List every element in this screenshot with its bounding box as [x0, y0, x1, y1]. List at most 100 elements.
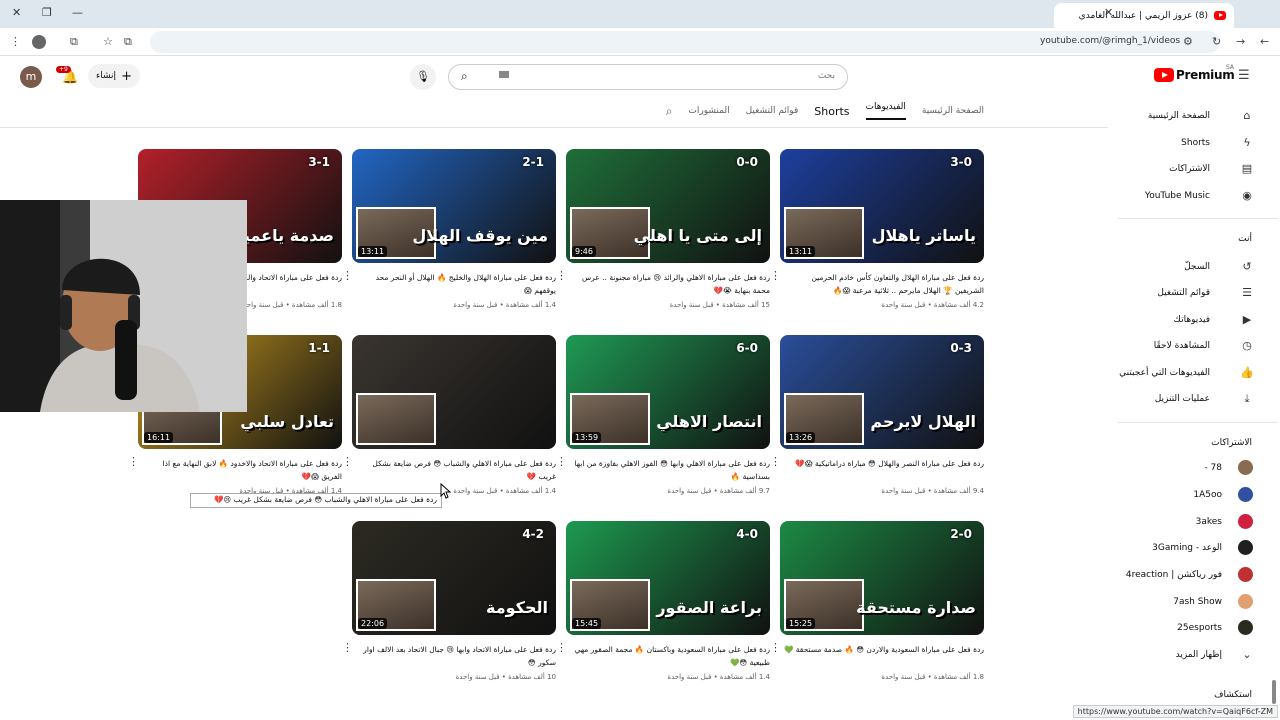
- youtube-favicon-icon: [1214, 11, 1226, 20]
- forward-icon[interactable]: →: [1236, 35, 1245, 48]
- page-scrollbar[interactable]: [1272, 60, 1276, 710]
- thumbnail-caption: الهلال لايرحم: [870, 412, 976, 431]
- show-more-button[interactable]: إظهار المزيد: [1176, 650, 1222, 660]
- video-card[interactable]: 6-0 انتصار الاهلي 13:59 ردة فعل على مباراة …: [556, 335, 770, 500]
- video-thumbnail[interactable]: 0-0 إلى متى يا اهلي 9:46: [566, 149, 770, 263]
- sidebar-subscriptions-heading[interactable]: الاشتراكات: [1211, 438, 1252, 448]
- sidebar-item[interactable]: الصفحة الرئيسية: [1148, 111, 1210, 121]
- sidebar-item[interactable]: عمليات التنزيل: [1155, 394, 1210, 404]
- video-title[interactable]: ردة فعل على مباراة السعودية والاردن 😳 🔥 …: [784, 643, 984, 669]
- video-title[interactable]: ردة فعل على مباراة الاتحاد وابها 😢 جبال …: [356, 643, 556, 669]
- video-menu-icon[interactable]: ⋮: [342, 455, 353, 468]
- keyboard-icon[interactable]: [499, 71, 509, 78]
- tab-home[interactable]: الصفحة الرئيسية: [922, 106, 984, 116]
- video-duration: 22:06: [358, 618, 388, 629]
- video-title[interactable]: ردة فعل على مباراة السعودية وباكستان 🔥 م…: [570, 643, 770, 669]
- video-menu-icon[interactable]: ⋮: [342, 641, 353, 654]
- video-title[interactable]: ردة فعل على مباراة الاهلي والرائد 😢 مبار…: [570, 271, 770, 297]
- channel-search-icon[interactable]: ⌕: [666, 104, 673, 119]
- tab-close-icon[interactable]: ✕: [1104, 6, 1113, 19]
- playlists-icon: ☰: [1242, 286, 1252, 299]
- hamburger-menu-icon[interactable]: ☰: [1238, 68, 1250, 83]
- video-card[interactable]: 0-3 الهلال لايرحم 13:26 ردة فعل على مباراة …: [770, 335, 984, 500]
- sidebar-item[interactable]: السجلّ: [1184, 262, 1210, 272]
- download-icon: ⤓: [1244, 392, 1250, 405]
- thumbnail-score: 0-3: [950, 341, 972, 355]
- webcam-person-image: [0, 200, 247, 412]
- subscription-item[interactable]: فور رياكشن | 4reaction: [1126, 570, 1222, 580]
- cast-icon[interactable]: ⧉: [124, 35, 132, 49]
- sidebar-item[interactable]: YouTube Music: [1145, 191, 1210, 201]
- subscription-item[interactable]: 78 -: [1204, 463, 1222, 473]
- video-title[interactable]: ردة فعل على مباراة الاهلي وابها 😳 الفوز …: [570, 457, 770, 483]
- video-thumbnail[interactable]: 2-1 مين يوقف الهلال 13:11: [352, 149, 556, 263]
- search-input[interactable]: بحث: [818, 71, 835, 81]
- video-title[interactable]: ردة فعل على مباراة الاهلي والشباب 😳 فرص …: [356, 457, 556, 483]
- video-thumbnail[interactable]: 6-0 انتصار الاهلي 13:59: [566, 335, 770, 449]
- subscription-item[interactable]: 1A5oo: [1193, 490, 1222, 500]
- tab-shorts[interactable]: Shorts: [814, 105, 849, 118]
- video-card[interactable]: 4-0 براعة الصقور 15:45 ردة فعل على مباراة ا…: [556, 521, 770, 686]
- video-menu-icon[interactable]: ⋮: [556, 641, 567, 654]
- subscription-item[interactable]: 25esports: [1177, 623, 1222, 633]
- video-menu-icon[interactable]: ⋮: [770, 269, 781, 282]
- sidebar-you-heading[interactable]: أنت: [1238, 234, 1252, 244]
- youtube-premium-logo[interactable]: Premium SA: [1154, 64, 1235, 82]
- video-thumbnail[interactable]: 3-0 ياساتر ياهلال 13:11: [780, 149, 984, 263]
- video-card[interactable]: 2-1 مين يوقف الهلال 13:11 ردة فعل على مبارا…: [342, 149, 556, 314]
- minimize-window-icon[interactable]: —: [72, 6, 83, 19]
- subscription-item[interactable]: 7ash Show: [1173, 597, 1222, 607]
- bookmark-star-icon[interactable]: ☆: [103, 35, 113, 48]
- search-icon[interactable]: ⌕: [461, 69, 468, 84]
- video-thumbnail[interactable]: 0-3 الهلال لايرحم 13:26: [780, 335, 984, 449]
- video-menu-icon[interactable]: ⋮: [770, 455, 781, 468]
- video-title[interactable]: ردة فعل على مباراة النصر والهلال 😳 مبارا…: [784, 457, 984, 483]
- video-card[interactable]: 2-0 صدارة مستحقة 15:25 ردة فعل على مباراة ا…: [770, 521, 984, 686]
- video-stats: 1.8 ألف مشاهدة • قبل سنة واحدة: [881, 673, 984, 681]
- sidebar-item[interactable]: قوائم التشغيل: [1157, 288, 1210, 298]
- video-menu-icon[interactable]: ⋮: [770, 641, 781, 654]
- video-menu-icon[interactable]: ⋮: [556, 269, 567, 282]
- close-window-icon[interactable]: ✕: [12, 6, 21, 19]
- sidebar-item[interactable]: فيديوهاتك: [1174, 315, 1210, 325]
- profile-avatar-small[interactable]: [32, 35, 46, 49]
- browser-tab[interactable]: (8) عزوز الريمي | عبدالله الغامدي: [1054, 3, 1234, 28]
- more-menu-icon[interactable]: ⋮: [10, 35, 21, 48]
- reload-icon[interactable]: ↻: [1212, 35, 1221, 48]
- subscription-item[interactable]: 3akes: [1196, 517, 1222, 527]
- video-card[interactable]: 0-0 إلى متى يا اهلي 9:46 ردة فعل على مباراة…: [556, 149, 770, 314]
- tab-playlists[interactable]: قوائم التشغيل: [746, 106, 799, 116]
- video-thumbnail[interactable]: [352, 335, 556, 449]
- video-title[interactable]: ردة فعل على مباراة الهلال والخليج 🔥 الهل…: [356, 271, 556, 297]
- extensions-icon[interactable]: ⧉: [70, 35, 78, 49]
- video-title[interactable]: ردة فعل على مباراة الهلال والتعاون كأس خ…: [784, 271, 984, 297]
- create-button[interactable]: + إنشاء: [88, 64, 140, 88]
- video-card[interactable]: 4-2 الحكومة 22:06 ردة فعل على مباراة الاتحا…: [342, 521, 556, 686]
- youtube-logo-icon: [1154, 68, 1174, 82]
- video-duration: 15:25: [786, 618, 816, 629]
- voice-search-button[interactable]: 🎙: [410, 64, 436, 90]
- video-title[interactable]: ردة فعل على مباراة الاتحاد والاخدود 🔥 لا…: [142, 457, 342, 483]
- site-settings-icon[interactable]: ⚙: [1183, 35, 1193, 48]
- tab-videos[interactable]: الفيديوهات: [865, 102, 906, 120]
- video-menu-icon[interactable]: ⋮: [556, 455, 567, 468]
- scrollbar-thumb[interactable]: [1272, 680, 1276, 704]
- sidebar-item[interactable]: المشاهدة لاحقًا: [1154, 341, 1210, 351]
- search-box[interactable]: ⌕ بحث: [448, 64, 848, 90]
- video-thumbnail[interactable]: 4-0 براعة الصقور 15:45: [566, 521, 770, 635]
- sidebar-item[interactable]: الاشتراكات: [1169, 164, 1210, 174]
- video-menu-icon[interactable]: ⋮: [128, 455, 139, 468]
- restore-window-icon[interactable]: ❐: [42, 6, 52, 19]
- sidebar-item[interactable]: الفيديوهات التي أعجبتني: [1119, 368, 1210, 378]
- account-avatar[interactable]: m: [20, 66, 42, 88]
- video-card[interactable]: 3-0 ياساتر ياهلال 13:11 ردة فعل على مباراة …: [770, 149, 984, 314]
- video-thumbnail[interactable]: 2-0 صدارة مستحقة 15:25: [780, 521, 984, 635]
- video-card[interactable]: ردة فعل على مباراة الاهلي والشباب 😳 فرص …: [342, 335, 556, 500]
- sidebar-item[interactable]: Shorts: [1181, 138, 1210, 148]
- video-thumbnail[interactable]: 4-2 الحكومة 22:06: [352, 521, 556, 635]
- video-menu-icon[interactable]: ⋮: [342, 269, 353, 282]
- subscription-item[interactable]: الوعد - 3Gaming: [1152, 543, 1222, 553]
- sidebar: ⌂ الصفحة الرئيسية ϟ Shorts ▤ الاشتراكات ◉ YouTu…: [1110, 100, 1280, 720]
- tab-posts[interactable]: المنشورات: [688, 106, 729, 116]
- back-icon[interactable]: ←: [1260, 35, 1269, 48]
